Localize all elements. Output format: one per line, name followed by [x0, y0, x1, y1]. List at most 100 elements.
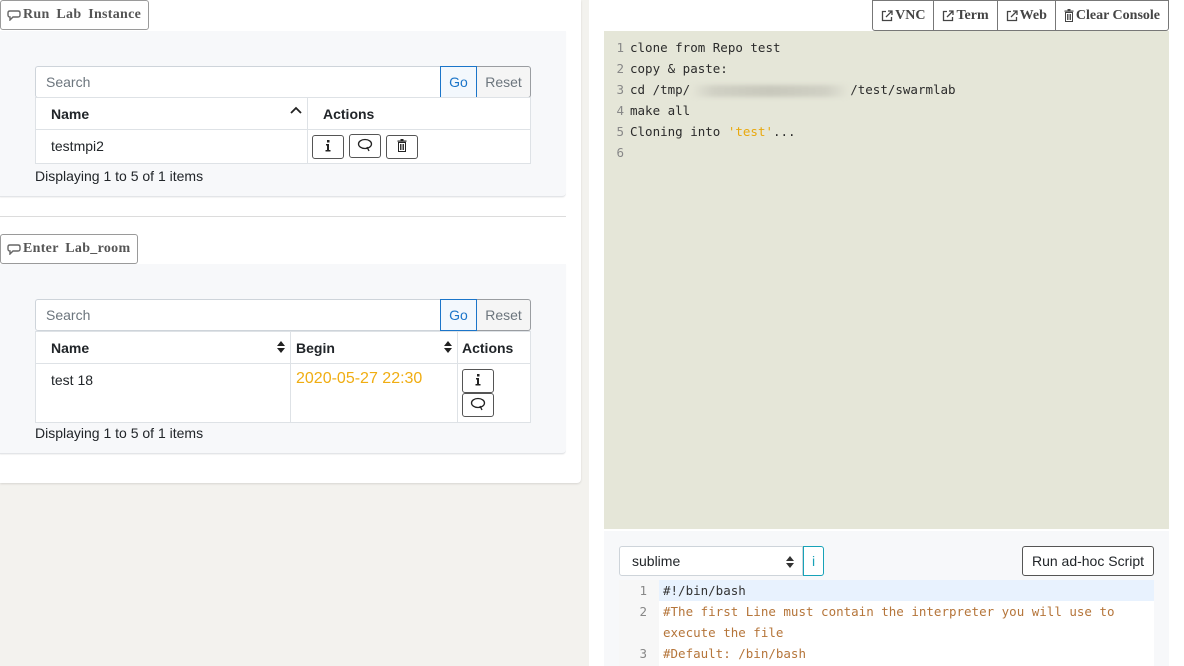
lab-room-table: Name Begin Actions test 18 2020-05-27 22… — [35, 331, 531, 423]
lab-room-reset-button[interactable]: Reset — [477, 299, 531, 331]
code-editor[interactable]: 1 #!/bin/bash 2 #The first Line must con… — [619, 580, 1154, 666]
enter-room-button[interactable] — [348, 134, 381, 158]
console-column: VNC Term Web Clear Console 1 clone from … — [589, 0, 1184, 666]
console-line: 1 clone from Repo test — [604, 37, 1169, 58]
lab-instance-search: Go Reset — [35, 66, 531, 98]
clear-console-button[interactable]: Clear Console — [1054, 1, 1168, 30]
console-line: 3 cd /tmp/ /test/swarmlab — [604, 79, 1169, 100]
left-card: Run Lab Instance Go Reset Name Actions t… — [0, 0, 581, 483]
enter-room-button[interactable] — [462, 393, 494, 417]
table-row: testmpi2 — [35, 129, 531, 164]
select-arrows-icon — [786, 555, 794, 569]
lab-instance-reset-button[interactable]: Reset — [477, 66, 531, 98]
lab-instance-table: Name Actions testmpi2 — [35, 97, 531, 164]
trash-icon — [397, 138, 407, 155]
editor-line: 3 #Default: /bin/bash — [619, 643, 1154, 664]
column-header-begin-label: Begin — [296, 339, 335, 356]
line-text: #Default: /bin/bash — [663, 646, 806, 661]
term-label: Term — [956, 7, 989, 23]
line-number: 4 — [616, 103, 624, 118]
line-number: 6 — [616, 145, 624, 160]
column-header-name-label: Name — [51, 339, 90, 356]
line-number: 1 — [616, 40, 624, 55]
clear-console-label: Clear Console — [1075, 7, 1160, 23]
lab-instance-go-button[interactable]: Go — [440, 66, 477, 98]
line-text-suffix: /test/swarmlab — [850, 82, 956, 97]
row-begin: 2020-05-27 22:30 — [290, 363, 458, 423]
table-row: test 18 2020-05-27 22:30 — [35, 363, 531, 423]
line-text: copy & paste: — [630, 61, 728, 76]
editor-line: 2 #The first Line must contain the inter… — [619, 601, 1154, 622]
trash-icon — [1064, 9, 1074, 22]
lab-instance-panel: Go Reset Name Actions testmpi2 — [0, 31, 566, 197]
row-actions — [307, 129, 531, 164]
line-number: 3 — [616, 82, 624, 97]
enter-lab-room-button[interactable]: Enter Lab_room — [0, 234, 139, 264]
lab-room-go-button[interactable]: Go — [440, 299, 477, 331]
theme-select[interactable]: sublime — [619, 546, 803, 576]
term-button[interactable]: Term — [933, 1, 996, 30]
external-link-icon — [881, 9, 893, 22]
lab-room-pagination-info: Displaying 1 to 5 of 1 items — [35, 425, 204, 441]
external-link-icon — [942, 9, 955, 22]
editor-line: execute the file — [619, 622, 1154, 643]
console-output[interactable]: 1 clone from Repo test 2 copy & paste: 3… — [604, 31, 1169, 529]
lab-instance-search-input[interactable] — [35, 66, 440, 98]
sort-both-icon[interactable] — [444, 340, 452, 354]
line-number: 3 — [639, 646, 647, 661]
line-number: 5 — [616, 124, 624, 139]
script-editor-panel: sublime i Run ad-hoc Script 1 #!/bin/bas… — [604, 531, 1169, 666]
column-header-actions: Actions — [457, 331, 531, 364]
web-button[interactable]: Web — [996, 1, 1055, 30]
chat-bubble-icon — [357, 138, 373, 155]
lab-instance-pagination-info: Displaying 1 to 5 of 1 items — [35, 168, 204, 184]
info-button[interactable] — [462, 369, 494, 393]
chat-loop-icon — [7, 243, 21, 255]
column-header-name[interactable]: Name — [35, 331, 291, 364]
line-text-prefix: cd /tmp/ — [630, 82, 691, 97]
info-icon — [475, 373, 481, 389]
console-line: 5 Cloning into 'test'... — [604, 121, 1169, 142]
line-number — [619, 622, 659, 643]
editor-line: 1 #!/bin/bash — [619, 580, 1154, 601]
console-line: 6 — [604, 142, 1169, 163]
run-script-button[interactable]: Run ad-hoc Script — [1022, 546, 1154, 576]
sort-asc-icon[interactable] — [290, 106, 302, 114]
sort-both-icon[interactable] — [277, 340, 285, 354]
line-text: #!/bin/bash — [659, 580, 1154, 601]
row-name: test 18 — [35, 363, 291, 423]
row-actions — [457, 363, 531, 423]
theme-select-value: sublime — [632, 553, 681, 569]
line-number: 2 — [639, 604, 647, 619]
run-lab-instance-label: Run Lab Instance — [23, 7, 142, 22]
line-text: clone from Repo test — [630, 40, 781, 55]
column-header-actions: Actions — [307, 97, 531, 130]
column-header-begin[interactable]: Begin — [290, 331, 458, 364]
lab-room-search-input[interactable] — [35, 299, 440, 331]
line-text: make all — [630, 103, 691, 118]
info-button[interactable] — [312, 134, 344, 159]
line-number: 1 — [639, 583, 647, 598]
line-text-string: 'test' — [727, 124, 773, 139]
line-text: cd /tmp/ /test/swarmlab — [630, 79, 956, 100]
line-text: Cloning into 'test'... — [630, 121, 796, 142]
external-link-icon — [1006, 9, 1018, 22]
begin-date: 2020-05-27 22:30 — [296, 370, 423, 387]
column-header-name[interactable]: Name — [35, 97, 308, 130]
run-lab-instance-button[interactable]: Run Lab Instance — [0, 0, 150, 30]
line-text-prefix: Cloning into — [630, 124, 728, 139]
delete-button[interactable] — [385, 134, 418, 159]
console-line: 4 make all — [604, 100, 1169, 121]
line-text: #The first Line must contain the interpr… — [663, 604, 1115, 619]
web-label: Web — [1019, 7, 1047, 23]
column-header-name-label: Name — [51, 105, 90, 122]
editor-info-button[interactable]: i — [803, 546, 824, 576]
info-icon — [325, 139, 331, 155]
vnc-button[interactable]: VNC — [873, 1, 933, 30]
vnc-label: VNC — [895, 7, 926, 23]
row-name: testmpi2 — [35, 129, 308, 164]
console-toolbar: VNC Term Web Clear Console — [872, 0, 1169, 31]
redacted-path — [690, 84, 851, 97]
section-divider — [0, 216, 566, 217]
lab-room-search: Go Reset — [35, 299, 531, 331]
